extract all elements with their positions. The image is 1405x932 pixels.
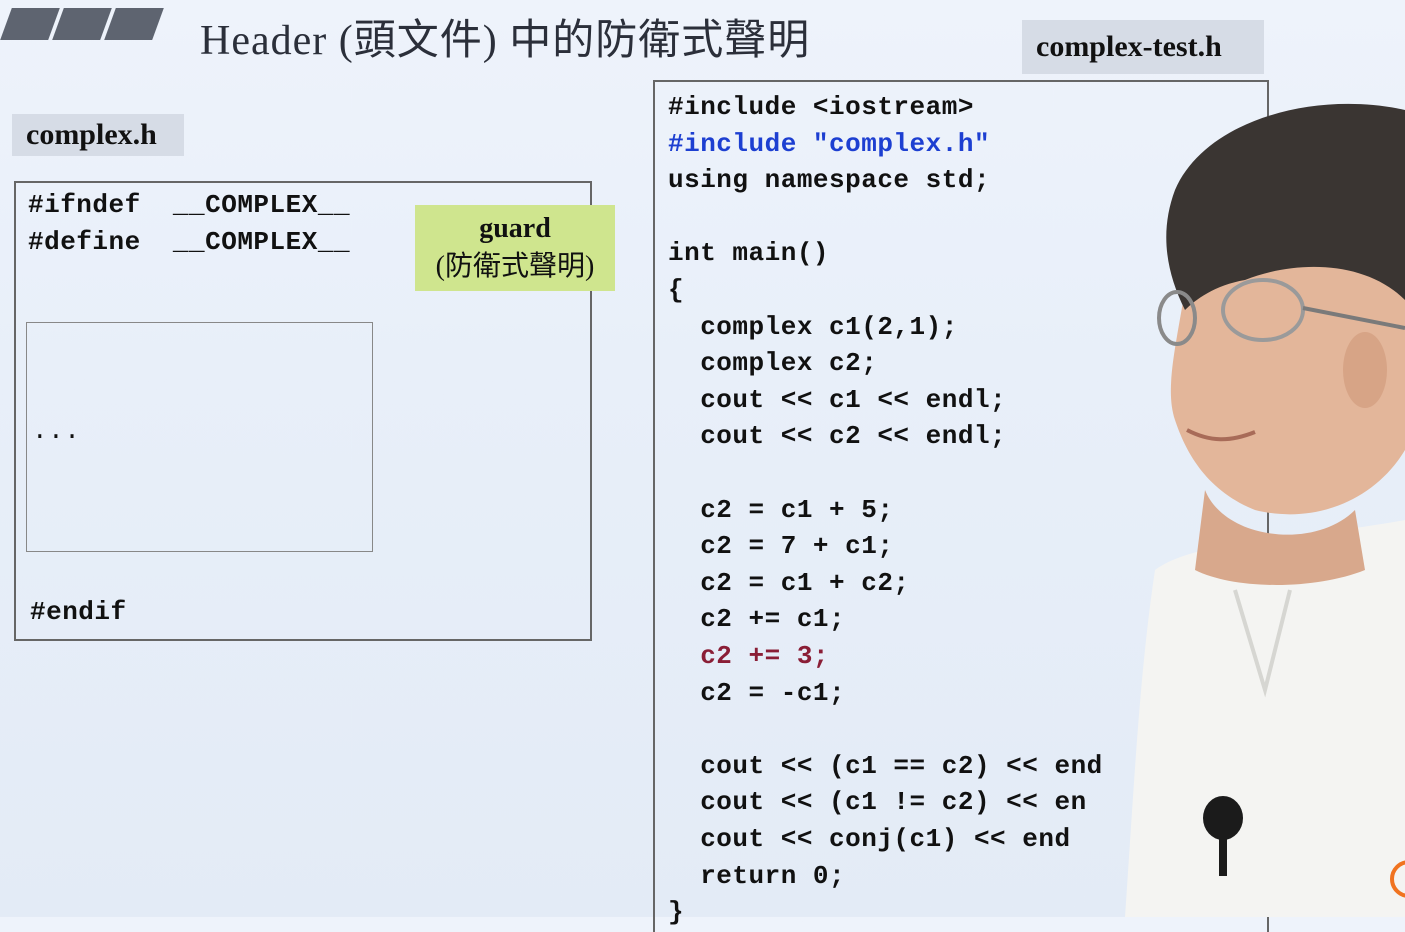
title-stripes-decoration xyxy=(0,8,164,40)
guard-note-subtitle: (防衛式聲明) xyxy=(435,251,595,282)
stripe xyxy=(104,8,164,40)
code-line: c2 += 3; xyxy=(668,641,830,671)
code-line: c2 = c1 + c2; xyxy=(668,567,910,598)
code-line: c2 += c1; xyxy=(668,604,846,635)
code-line: cout << (c1 == c2) << end xyxy=(668,750,1103,781)
code-line: return 0; xyxy=(668,860,846,891)
presenter-figure xyxy=(1125,103,1405,917)
code-line: complex c2; xyxy=(668,348,878,379)
code-line: int main() xyxy=(668,238,830,269)
guard-note: guard (防衛式聲明) xyxy=(415,205,615,291)
guard-note-title: guard xyxy=(479,213,551,244)
code-line: #include "complex.h" xyxy=(668,128,991,159)
endif-line: #endif xyxy=(30,597,127,627)
code-line: cout << conj(c1) << end xyxy=(668,824,1071,854)
complex-test-h-tab: complex-test.h xyxy=(1022,20,1264,74)
stripe xyxy=(52,8,112,40)
code-line: { xyxy=(668,275,685,305)
code-line: #include <iostream> xyxy=(668,92,974,122)
stripe xyxy=(0,8,60,40)
code-line: c2 = c1 + 5; xyxy=(668,494,894,525)
ellipsis-text: ... xyxy=(32,416,81,446)
code-line: c2 = -c1; xyxy=(668,677,846,708)
code-line: complex c1(2,1); xyxy=(668,311,958,342)
slide-title: Header (頭文件) 中的防衛式聲明 xyxy=(200,18,811,64)
define-line: #define __COMPLEX__ xyxy=(28,227,351,257)
code-line: cout << c2 << endl; xyxy=(668,421,1007,452)
code-line: cout << (c1 != c2) << en xyxy=(668,787,1087,818)
code-line: c2 = 7 + c1; xyxy=(668,531,894,562)
ifndef-line: #ifndef __COMPLEX__ xyxy=(28,190,351,220)
code-line: using namespace std; xyxy=(668,165,991,196)
code-line: } xyxy=(668,897,685,928)
code-line: cout << c1 << endl; xyxy=(668,384,1007,415)
complex-h-tab: complex.h xyxy=(12,114,184,156)
